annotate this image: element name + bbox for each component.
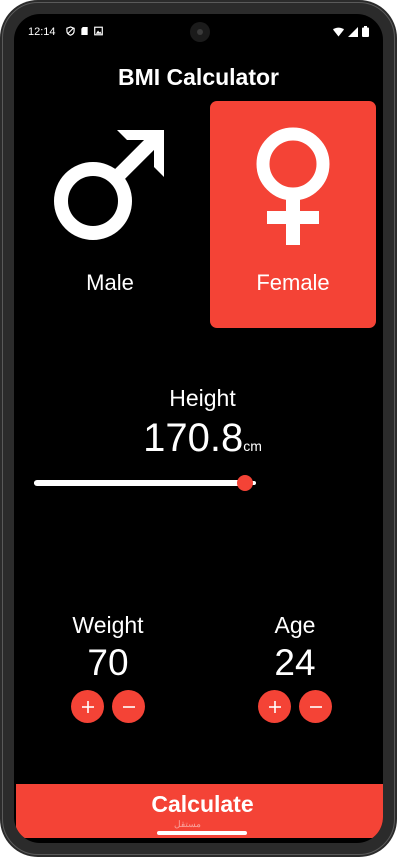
plus-icon: [258, 690, 291, 723]
slider-thumb[interactable]: [236, 475, 253, 491]
watermark: مستقل: [174, 819, 201, 829]
female-card[interactable]: Female: [210, 101, 376, 328]
height-unit: cm: [243, 438, 262, 454]
phone-frame: 12:14 BMI Calculator Male Female Height …: [0, 0, 397, 857]
male-card[interactable]: Male: [27, 101, 193, 328]
app-screen: 12:14 BMI Calculator Male Female Height …: [14, 14, 383, 843]
weight-panel: Weight 70: [33, 612, 183, 723]
front-camera: [190, 22, 210, 42]
status-bar: 12:14: [14, 14, 383, 48]
weight-label: Weight: [72, 612, 144, 638]
calculate-label: Calculate: [151, 791, 254, 817]
height-slider[interactable]: [34, 475, 256, 491]
status-time: 12:14: [28, 26, 56, 38]
shield-icon: [66, 26, 75, 36]
status-left-icons: [66, 26, 103, 36]
home-indicator[interactable]: [157, 831, 247, 835]
status-right-icons: [333, 26, 369, 37]
age-controls: [220, 690, 370, 723]
age-increase-button[interactable]: [258, 690, 291, 723]
male-symbol-icon: [54, 130, 164, 240]
signal-icon: [348, 26, 358, 37]
battery-icon: [362, 26, 369, 37]
age-panel: Age 24: [220, 612, 370, 723]
age-decrease-button[interactable]: [299, 690, 332, 723]
female-symbol-icon: [256, 127, 330, 245]
age-label: Age: [274, 612, 316, 638]
page-title: BMI Calculator: [117, 64, 280, 90]
male-label: Male: [86, 270, 134, 295]
minus-icon: [299, 690, 332, 723]
wifi-icon: [333, 27, 344, 36]
female-label: Female: [256, 270, 330, 295]
sd-card-icon: [81, 26, 88, 36]
slider-active-track: [34, 480, 245, 486]
weight-value: 70: [87, 642, 129, 683]
plus-icon: [71, 690, 104, 723]
height-label: Height: [169, 385, 236, 411]
height-value: 170.8: [143, 416, 244, 460]
weight-decrease-button[interactable]: [112, 690, 145, 723]
minus-icon: [112, 690, 145, 723]
height-readout: 170.8cm: [14, 416, 383, 461]
age-value: 24: [274, 642, 316, 683]
weight-increase-button[interactable]: [71, 690, 104, 723]
photo-icon: [94, 26, 103, 36]
weight-controls: [33, 690, 183, 723]
